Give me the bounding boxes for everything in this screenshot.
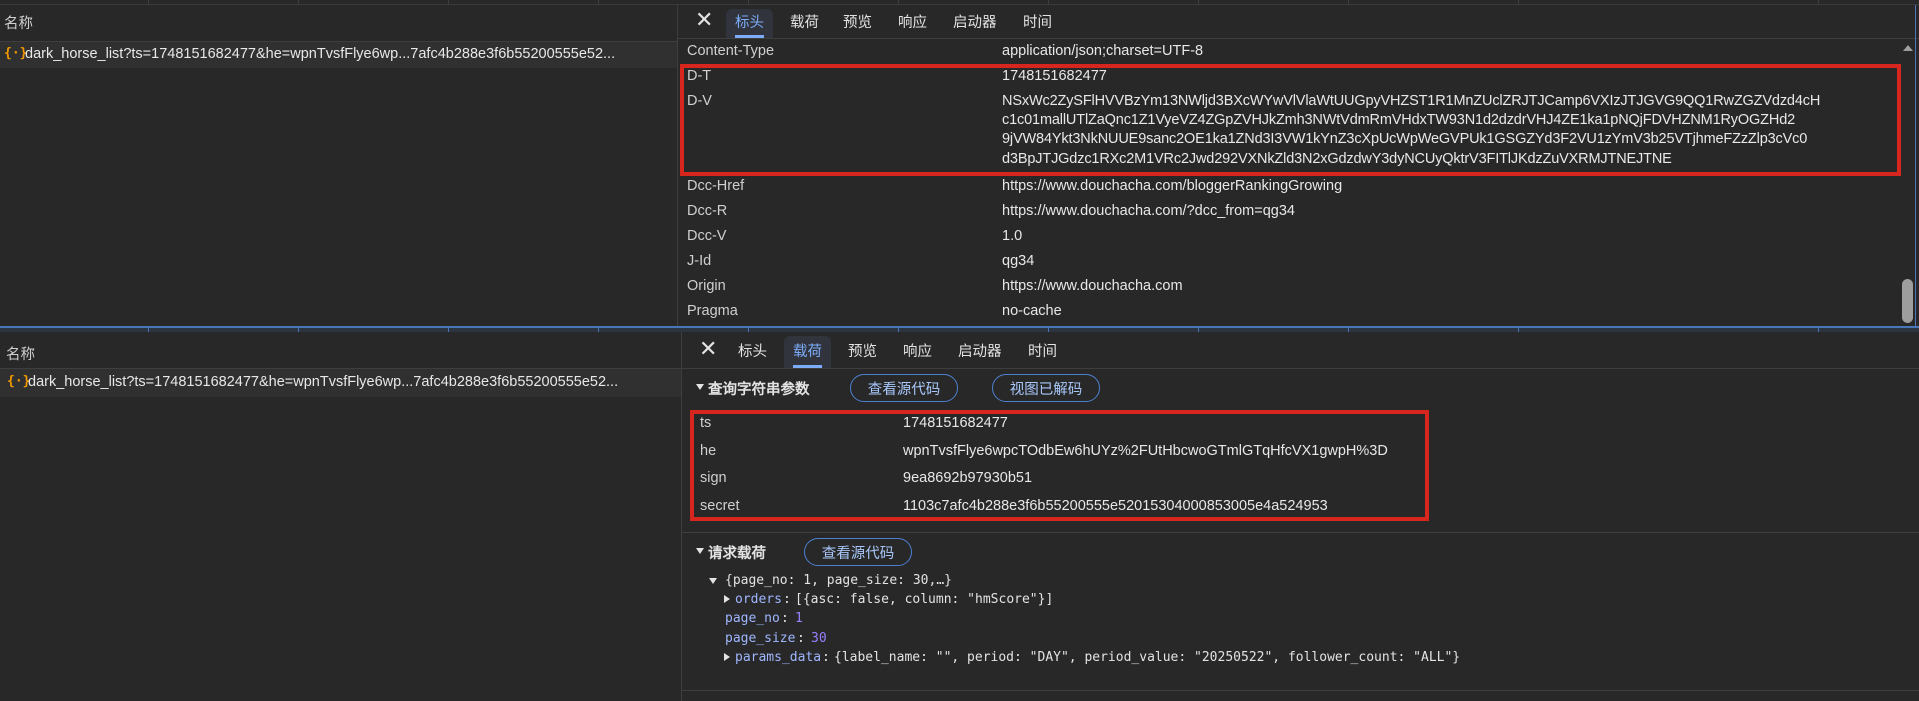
tab-payload[interactable]: 载荷 — [784, 332, 831, 368]
tab-payload[interactable]: 载荷 — [790, 5, 819, 38]
tab-initiator[interactable]: 启动器 — [953, 5, 997, 38]
header-key: Pragma — [687, 303, 738, 319]
request-list: 名称 {​·} dark_horse_list?ts=1748151682477… — [0, 5, 677, 326]
request-list: 名称 {·} dark_horse_list?ts=1748151682477&… — [0, 332, 681, 701]
query-params-section-header[interactable]: 查询字符串参数 查看源代码 视图已解码 — [682, 369, 1919, 405]
header-key: J-Id — [687, 253, 712, 269]
colon: : — [783, 592, 791, 607]
payload-value: [{asc: false, column: "hmScore"}] — [795, 592, 1054, 607]
tab-preview[interactable]: 预览 — [848, 332, 877, 368]
tab-timing[interactable]: 时间 — [1023, 5, 1052, 38]
payload-tree: {page_no: 1, page_size: 30,…} orders : [… — [682, 572, 1919, 692]
view-source-button[interactable]: 查看源代码 — [804, 538, 912, 566]
highlight-box-query-params — [690, 410, 1429, 521]
payload-key: params_data — [735, 650, 822, 665]
request-payload-section-header[interactable]: 请求载荷 查看源代码 — [682, 533, 1919, 569]
header-value: 1.0 — [1002, 228, 1023, 244]
colon: : — [781, 611, 789, 626]
scrollbar[interactable] — [1900, 39, 1915, 326]
triangle-expand-icon[interactable] — [696, 548, 704, 554]
tab-response[interactable]: 响应 — [898, 5, 927, 38]
header-key: Dcc-Href — [687, 178, 745, 194]
close-icon[interactable]: ✕ — [699, 339, 717, 361]
json-file-icon: {​·} — [4, 46, 28, 61]
tab-preview[interactable]: 预览 — [843, 5, 872, 38]
payload-root-summary: {page_no: 1, page_size: 30,…} — [725, 573, 952, 588]
payload-page-no-row: page_no : 1 — [682, 610, 1682, 628]
highlight-box-dt-dv — [680, 64, 1901, 176]
header-key: Dcc-V — [687, 228, 727, 244]
header-value: qg34 — [1002, 253, 1035, 269]
triangle-collapsed-icon[interactable] — [724, 653, 730, 661]
request-payload-title: 请求载荷 — [708, 546, 766, 562]
view-source-button[interactable]: 查看源代码 — [850, 374, 958, 402]
request-row[interactable]: {·} dark_horse_list?ts=1748151682477&he=… — [0, 369, 681, 397]
tab-response[interactable]: 响应 — [903, 332, 932, 368]
payload-value: 30 — [811, 631, 827, 646]
scroll-up-icon[interactable] — [1903, 45, 1913, 51]
payload-orders-row[interactable]: orders : [{asc: false, column: "hmScore"… — [682, 591, 1682, 609]
colon: : — [822, 650, 830, 665]
header-value: https://www.douchacha.com/?dcc_from=qg34 — [1002, 203, 1295, 219]
tab-headers[interactable]: 标头 — [726, 5, 773, 38]
triangle-collapsed-icon[interactable] — [724, 595, 730, 603]
request-name: dark_horse_list?ts=1748151682477&he=wpnT… — [28, 374, 619, 390]
payload-root-row[interactable]: {page_no: 1, page_size: 30,…} — [682, 572, 1682, 590]
top-panel: 名称 {​·} dark_horse_list?ts=1748151682477… — [0, 0, 1919, 326]
triangle-expand-icon[interactable] — [696, 384, 704, 390]
header-value: https://www.douchacha.com/bloggerRanking… — [1002, 178, 1343, 194]
payload-key: orders — [735, 592, 782, 607]
tab-initiator[interactable]: 启动器 — [958, 332, 1002, 368]
query-params-title: 查询字符串参数 — [708, 382, 810, 398]
json-file-icon: {·} — [7, 374, 31, 389]
header-value: no-cache — [1002, 303, 1062, 319]
bottom-panel: 名称 {·} dark_horse_list?ts=1748151682477&… — [0, 332, 1919, 701]
header-key: Dcc-R — [687, 203, 728, 219]
request-row[interactable]: {​·} dark_horse_list?ts=1748151682477&he… — [0, 42, 677, 68]
payload-value: {label_name: "", period: "DAY", period_v… — [834, 650, 1461, 665]
header-value: https://www.douchacha.com — [1002, 278, 1183, 294]
name-column-header[interactable]: 名称 — [6, 343, 35, 364]
close-icon[interactable]: ✕ — [695, 10, 713, 32]
payload-page-size-row: page_size : 30 — [682, 630, 1682, 648]
colon: : — [797, 631, 805, 646]
header-key: Origin — [687, 278, 726, 294]
triangle-expand-icon[interactable] — [709, 578, 717, 584]
scrollbar-thumb[interactable] — [1902, 279, 1913, 323]
name-column-header[interactable]: 名称 — [4, 12, 33, 33]
header-key: Content-Type — [687, 43, 775, 59]
tab-headers[interactable]: 标头 — [738, 332, 767, 368]
detail-tabs: ✕ 标头 载荷 预览 响应 启动器 时间 — [678, 5, 1919, 38]
request-name: dark_horse_list?ts=1748151682477&he=wpnT… — [25, 46, 616, 62]
payload-key: page_size — [725, 631, 796, 646]
tab-timing[interactable]: 时间 — [1028, 332, 1057, 368]
payload-params-data-row[interactable]: params_data : {label_name: "", period: "… — [682, 649, 1919, 667]
view-decoded-button[interactable]: 视图已解码 — [992, 374, 1100, 402]
detail-tabs: ✕ 标头 载荷 预览 响应 启动器 时间 — [682, 332, 1919, 368]
payload-value: 1 — [795, 611, 803, 626]
payload-key: page_no — [725, 611, 780, 626]
header-value: application/json;charset=UTF-8 — [1002, 43, 1204, 59]
